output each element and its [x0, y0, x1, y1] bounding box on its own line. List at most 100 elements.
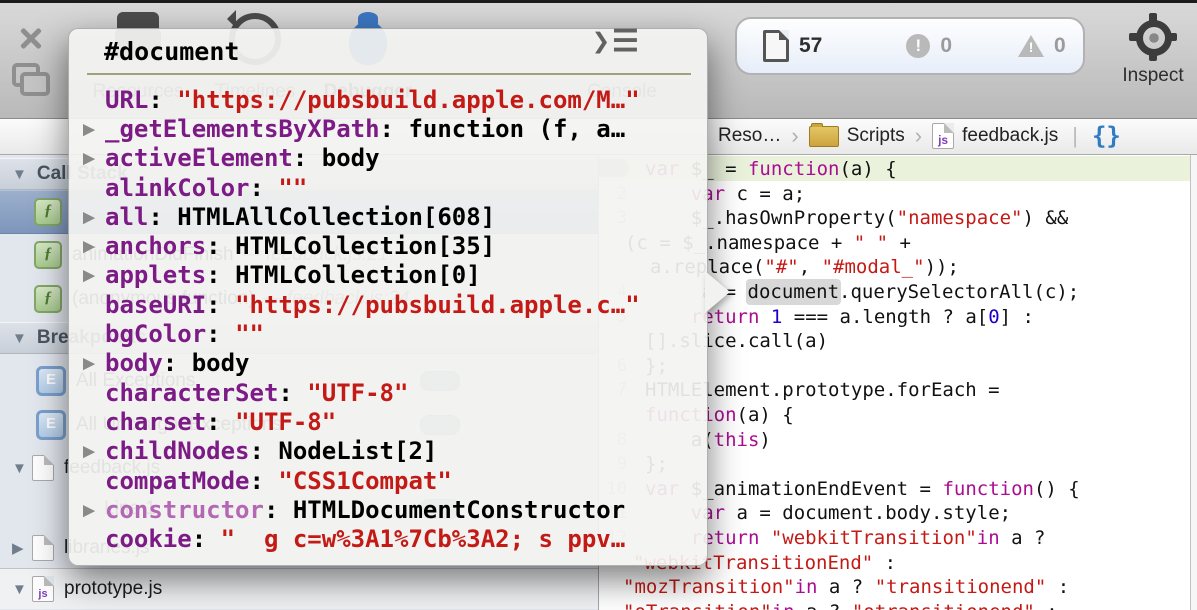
code-token: )); — [925, 256, 959, 278]
property-value: HTMLAllCollection[608] — [177, 203, 495, 231]
property-value: "UTF-8" — [307, 379, 408, 407]
code-token: : — [1035, 601, 1058, 610]
property-row-alinkcolor[interactable]: alinkColor: "" — [83, 173, 699, 202]
property-name: childNodes — [105, 437, 250, 465]
expand-triangle-icon[interactable]: ▶ — [83, 442, 105, 460]
breadcrumb-label: Reso… — [718, 125, 781, 147]
property-colon: : — [206, 261, 235, 289]
property-row-constructor[interactable]: ▶constructor: HTMLDocumentConstructor — [83, 495, 699, 524]
property-value: body — [322, 144, 380, 172]
property-value: "CSS1Compat" — [278, 467, 451, 495]
property-row-all[interactable]: ▶all: HTMLAllCollection[608] — [83, 202, 699, 231]
hovered-token-document[interactable]: document — [748, 281, 840, 303]
property-value: "UTF-8" — [235, 408, 336, 436]
inspect-button[interactable]: Inspect — [1108, 11, 1197, 111]
property-row-applets[interactable]: ▶applets: HTMLCollection[0] — [83, 261, 699, 290]
property-value: "https://pubsbuild.apple.com/M…" — [177, 86, 639, 114]
property-name: cookie — [105, 525, 192, 553]
disclosure-triangle-icon: ▼ — [12, 166, 27, 183]
dock-windows-icon[interactable] — [12, 63, 52, 97]
warning-count-icon: ! — [1018, 35, 1044, 57]
property-row-baseuri[interactable]: baseURI: "https://pubsbuild.apple.c…" — [83, 290, 699, 319]
code-token: a ? — [817, 576, 874, 598]
property-name: bgColor — [105, 320, 206, 348]
expand-triangle-icon[interactable]: ▶ — [83, 120, 105, 138]
property-value: NodeList[2] — [278, 437, 437, 465]
property-row-activeelement[interactable]: ▶activeElement: body — [83, 144, 699, 173]
inspect-label: Inspect — [1108, 65, 1197, 87]
breadcrumb-label: feedback.js — [962, 125, 1058, 147]
code-token: in — [977, 527, 1000, 549]
property-row-_getelementsbyxpath[interactable]: ▶_getElementsByXPath: function (f, a… — [83, 114, 699, 143]
disclosure-triangle-icon[interactable]: ▶ — [12, 539, 32, 557]
code-token: " " — [854, 232, 888, 254]
property-value: HTMLCollection[35] — [235, 232, 495, 260]
property-colon: : — [206, 320, 235, 348]
property-row-cookie[interactable]: cookie: " g c=w%3A1%7Cb%3A2; s ppv… — [83, 524, 699, 553]
code-token: (a) { — [737, 404, 794, 426]
code-token: : — [873, 552, 896, 574]
code-token: + — [888, 232, 911, 254]
property-row-body[interactable]: ▶body: body — [83, 349, 699, 378]
activity-status-pill[interactable]: 57 ! 0 ! 0 — [735, 17, 1085, 75]
property-value: "" — [235, 320, 264, 348]
expand-triangle-icon[interactable]: ▶ — [83, 266, 105, 284]
function-frame-icon: ƒ — [34, 241, 62, 269]
disclosure-triangle-icon[interactable]: ▼ — [12, 581, 32, 598]
code-token — [759, 306, 770, 328]
property-row-bgcolor[interactable]: bgColor: "" — [83, 319, 699, 348]
property-row-charset[interactable]: charset: "UTF-8" — [83, 407, 699, 436]
property-name: all — [105, 203, 148, 231]
object-inspection-popover: #document URL: "https://pubsbuild.apple.… — [68, 28, 708, 566]
code-token: "otransitionend" — [852, 601, 1035, 610]
property-name: body — [105, 349, 163, 377]
code-token: "transitionend" — [875, 576, 1047, 598]
property-colon: : — [192, 525, 221, 553]
code-token: function — [748, 158, 840, 180]
code-token: , — [799, 256, 822, 278]
function-frame-icon: ƒ — [34, 198, 62, 226]
disclosure-triangle-icon: ▼ — [12, 330, 27, 347]
property-row-compatmode[interactable]: compatMode: "CSS1Compat" — [83, 466, 699, 495]
property-colon: : — [250, 437, 279, 465]
breadcrumb-chevron-icon: › — [915, 123, 922, 149]
expand-triangle-icon[interactable]: ▶ — [83, 354, 105, 372]
code-token: "#modal_" — [822, 256, 925, 278]
code-token: c = a; — [725, 183, 805, 205]
property-value: "" — [278, 174, 307, 202]
disclosure-triangle-icon[interactable]: ▼ — [12, 460, 32, 477]
breadcrumb-item-2[interactable]: Scripts — [809, 125, 905, 147]
expand-triangle-icon[interactable]: ▶ — [83, 208, 105, 226]
editor-scrollbar[interactable] — [1190, 154, 1197, 610]
code-token: (a) { — [839, 158, 896, 180]
code-token — [759, 527, 770, 549]
property-colon: : — [278, 379, 307, 407]
breadcrumb-item-1[interactable]: Reso… — [718, 125, 781, 147]
expand-triangle-icon[interactable]: ▶ — [83, 149, 105, 167]
property-value: function (f, a… — [408, 115, 625, 143]
inspect-crosshair-icon — [1129, 13, 1177, 61]
property-colon: : — [264, 496, 293, 524]
property-row-url[interactable]: URL: "https://pubsbuild.apple.com/M…" — [83, 85, 699, 114]
property-row-anchors[interactable]: ▶anchors: HTMLCollection[35] — [83, 231, 699, 260]
pretty-print-button[interactable]: {} — [1092, 122, 1121, 150]
property-row-childnodes[interactable]: ▶childNodes: NodeList[2] — [83, 437, 699, 466]
file-icon — [32, 535, 54, 561]
expand-triangle-icon[interactable]: ▶ — [83, 501, 105, 519]
close-icon[interactable] — [18, 25, 44, 51]
sidebar-item-prototype-js[interactable]: ▼jsprototype.js — [0, 568, 598, 609]
property-colon: : — [380, 115, 409, 143]
property-name: _getElementsByXPath — [105, 115, 380, 143]
console-prompt-icon[interactable]: ❯☰ — [592, 24, 641, 59]
breadcrumb-item-3[interactable]: jsfeedback.js — [932, 123, 1058, 149]
property-name: constructor — [105, 496, 264, 524]
exception-icon: E — [36, 366, 66, 396]
sidebar-item-label: prototype.js — [64, 578, 162, 600]
property-row-characterset[interactable]: characterSet: "UTF-8" — [83, 378, 699, 407]
expand-triangle-icon[interactable]: ▶ — [83, 237, 105, 255]
property-name: anchors — [105, 232, 206, 260]
code-line: "oTransition"in a ? "otransitionend" : — [623, 600, 1058, 610]
code-token: 1 — [771, 306, 782, 328]
file-icon — [32, 455, 54, 481]
popover-arrow — [705, 271, 730, 313]
